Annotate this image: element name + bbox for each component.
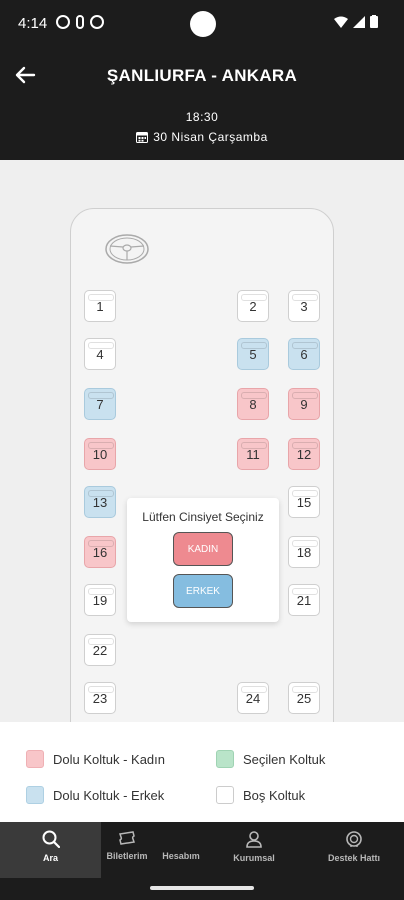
tab-kurumsal-label: Kurumsal [233,853,275,863]
status-time: 4:14 [18,15,48,32]
trip-date: 30 Nisan Çarşamba [0,130,404,144]
tab-ara[interactable]: Ara [0,822,101,878]
legend-selected: Seçilen Koltuk [216,750,325,768]
seat-map-area: 1 2 3 4 5 6 7 8 9 10 11 12 13 15 16 18 1… [0,160,404,722]
male-button[interactable]: ERKEK [173,574,233,608]
tab-destek-hatti[interactable]: Destek Hattı [304,822,404,878]
ticket-icon [119,831,135,845]
seat-9[interactable]: 9 [288,388,320,420]
battery-icon [370,15,378,28]
seat-3[interactable]: 3 [288,290,320,322]
legend-swatch-empty [216,786,234,804]
support-icon [346,831,362,847]
tab-ara-label: Ara [42,853,58,863]
calendar-icon [136,132,149,143]
app-icon [90,15,104,29]
user-icon [246,831,262,848]
tab-biletlerim-label: Biletlerim [106,851,148,861]
mic-icon [76,15,84,29]
seat-legend: Dolu Koltuk - Kadın Seçilen Koltuk Dolu … [0,722,404,822]
legend-male-label: Dolu Koltuk - Erkek [53,787,165,803]
search-icon [42,830,60,848]
gender-select-dialog: Lütfen Cinsiyet Seçiniz KADIN ERKEK [127,498,279,622]
account-icon [172,830,190,846]
dialog-title: Lütfen Cinsiyet Seçiniz [142,510,264,524]
home-indicator[interactable] [150,886,254,890]
legend-male: Dolu Koltuk - Erkek [26,786,164,804]
seat-7[interactable]: 7 [84,388,116,420]
seat-25[interactable]: 25 [288,682,320,714]
route-title: ŞANLIURFA - ANKARA [106,66,298,85]
seat-4[interactable]: 4 [84,338,116,370]
system-icons [334,15,378,28]
seat-2[interactable]: 2 [237,290,269,322]
legend-empty-label: Boş Koltuk [243,787,306,803]
tab-hesabim-label: Hesabım [162,851,200,861]
seat-16[interactable]: 16 [84,536,116,568]
signal-icon [353,15,365,28]
seat-13[interactable]: 13 [84,486,116,518]
legend-selected-label: Seçilen Koltuk [243,751,326,767]
legend-swatch-female [26,750,44,768]
status-bar: 4:14 [0,0,404,48]
seat-24[interactable]: 24 [237,682,269,714]
seat-10[interactable]: 10 [84,438,116,470]
bottom-tab-bar: Ara Biletlerim Hesabım Kurumsal Destek H… [0,822,404,878]
departure-time: 18:30 [185,110,219,124]
seat-5[interactable]: 5 [237,338,269,370]
camera-cutout [190,11,216,37]
legend-female: Dolu Koltuk - Kadın [26,750,165,768]
seat-23[interactable]: 23 [84,682,116,714]
seat-12[interactable]: 12 [288,438,320,470]
wifi-icon [334,16,348,28]
info-icon [56,15,70,29]
seat-6[interactable]: 6 [288,338,320,370]
seat-22[interactable]: 22 [84,634,116,666]
seat-1[interactable]: 1 [84,290,116,322]
tab-biletlerim[interactable]: Biletlerim [101,822,153,878]
seat-8[interactable]: 8 [237,388,269,420]
steering-wheel-icon [105,234,149,264]
tab-hesabim[interactable]: Hesabım [153,822,209,878]
seat-19[interactable]: 19 [84,584,116,616]
trip-header: ŞANLIURFA - ANKARA 18:30 30 Nisan Çarşam… [0,48,404,160]
seat-11[interactable]: 11 [237,438,269,470]
seat-21[interactable]: 21 [288,584,320,616]
seat-18[interactable]: 18 [288,536,320,568]
legend-swatch-selected [216,750,234,768]
trip-date-label: 30 Nisan Çarşamba [153,130,268,144]
legend-empty: Boş Koltuk [216,786,305,804]
seat-15[interactable]: 15 [288,486,320,518]
home-indicator-bar [0,878,404,900]
legend-female-label: Dolu Koltuk - Kadın [53,751,166,767]
tab-kurumsal[interactable]: Kurumsal [209,822,299,878]
tab-destek-hatti-label: Destek Hattı [327,853,381,863]
notification-icons [56,15,104,29]
legend-swatch-male [26,786,44,804]
female-button[interactable]: KADIN [173,532,233,566]
